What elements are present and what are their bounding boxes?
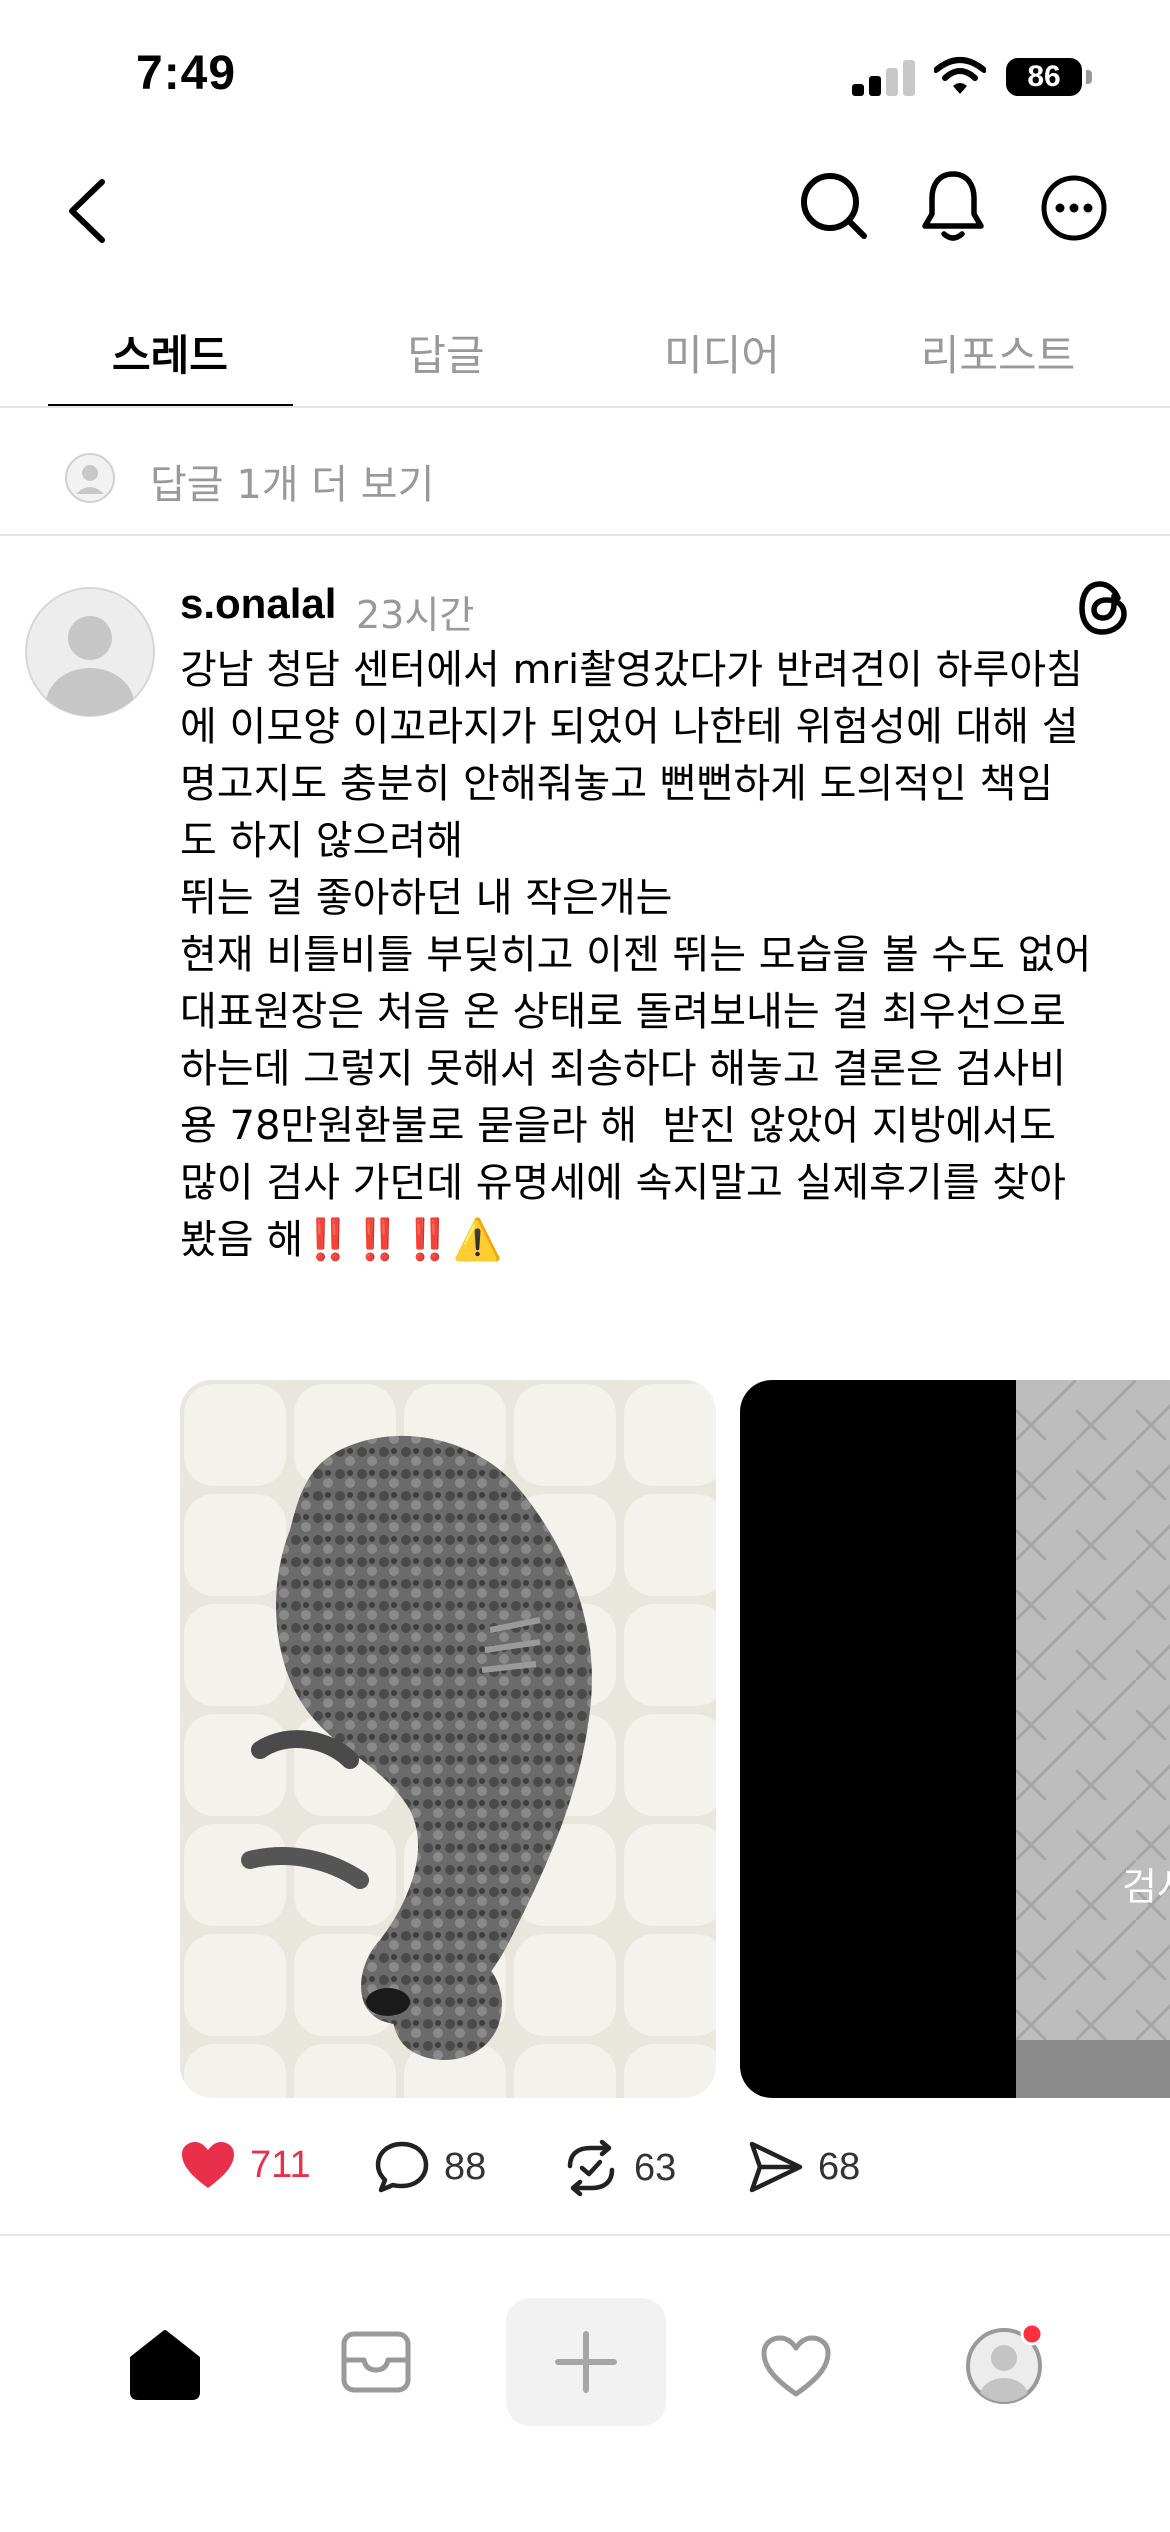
- avatar-placeholder-icon: [65, 453, 115, 503]
- post-username[interactable]: s.onalal: [180, 580, 336, 628]
- search-icon[interactable]: [798, 170, 870, 242]
- activity-heart-icon[interactable]: [760, 2334, 832, 2398]
- cellular-signal-icon: [852, 60, 916, 96]
- repost-button[interactable]: 63: [562, 2140, 676, 2196]
- profile-avatar-icon[interactable]: [962, 2322, 1046, 2406]
- tab-replies[interactable]: 답글: [326, 322, 566, 383]
- tab-threads[interactable]: 스레드: [50, 322, 290, 383]
- comment-button[interactable]: 88: [374, 2140, 486, 2194]
- tab-reposts[interactable]: 리포스트: [878, 322, 1118, 383]
- tab-media[interactable]: 미디어: [602, 322, 842, 383]
- wifi-icon: [934, 57, 986, 94]
- repost-count: 63: [634, 2146, 677, 2189]
- like-button[interactable]: 711: [180, 2140, 311, 2190]
- post-image-2[interactable]: 검사: [740, 1380, 1170, 2098]
- more-replies-row[interactable]: 답글 1개 더 보기: [0, 440, 1170, 520]
- image-caption: 검사: [1122, 1865, 1170, 1909]
- comment-bubble-icon: [375, 2141, 429, 2193]
- messages-icon[interactable]: [340, 2330, 412, 2394]
- heart-filled-icon: [182, 2142, 234, 2188]
- back-chevron-icon[interactable]: [62, 176, 112, 246]
- divider: [0, 2234, 1170, 2236]
- send-icon: [749, 2141, 803, 2193]
- user-avatar[interactable]: [24, 586, 156, 718]
- battery-tip: [1086, 70, 1092, 84]
- home-icon[interactable]: [128, 2328, 202, 2400]
- status-time: 7:49: [136, 47, 237, 100]
- threads-logo-icon[interactable]: [1078, 580, 1130, 636]
- divider: [0, 534, 1170, 536]
- create-post-button[interactable]: [506, 2298, 666, 2426]
- comment-count: 88: [444, 2145, 487, 2188]
- divider: [0, 406, 1170, 408]
- post-body-text: 강남 청담 센터에서 mri촬영갔다가 반려견이 하루아침 에 이모양 이꼬라지…: [180, 647, 1092, 1263]
- share-button[interactable]: 68: [748, 2140, 860, 2194]
- more-options-icon[interactable]: [1040, 174, 1108, 242]
- post-image-1[interactable]: [180, 1380, 716, 2098]
- post-timestamp: 23시간: [356, 593, 475, 637]
- repost-icon: [567, 2140, 615, 2196]
- notification-bell-icon[interactable]: [920, 168, 986, 244]
- plus-icon: [555, 2331, 617, 2393]
- like-count: 711: [250, 2143, 311, 2186]
- more-replies-label: 답글 1개 더 보기: [150, 462, 435, 508]
- battery-indicator: 86: [1006, 58, 1082, 96]
- share-count: 68: [818, 2145, 861, 2188]
